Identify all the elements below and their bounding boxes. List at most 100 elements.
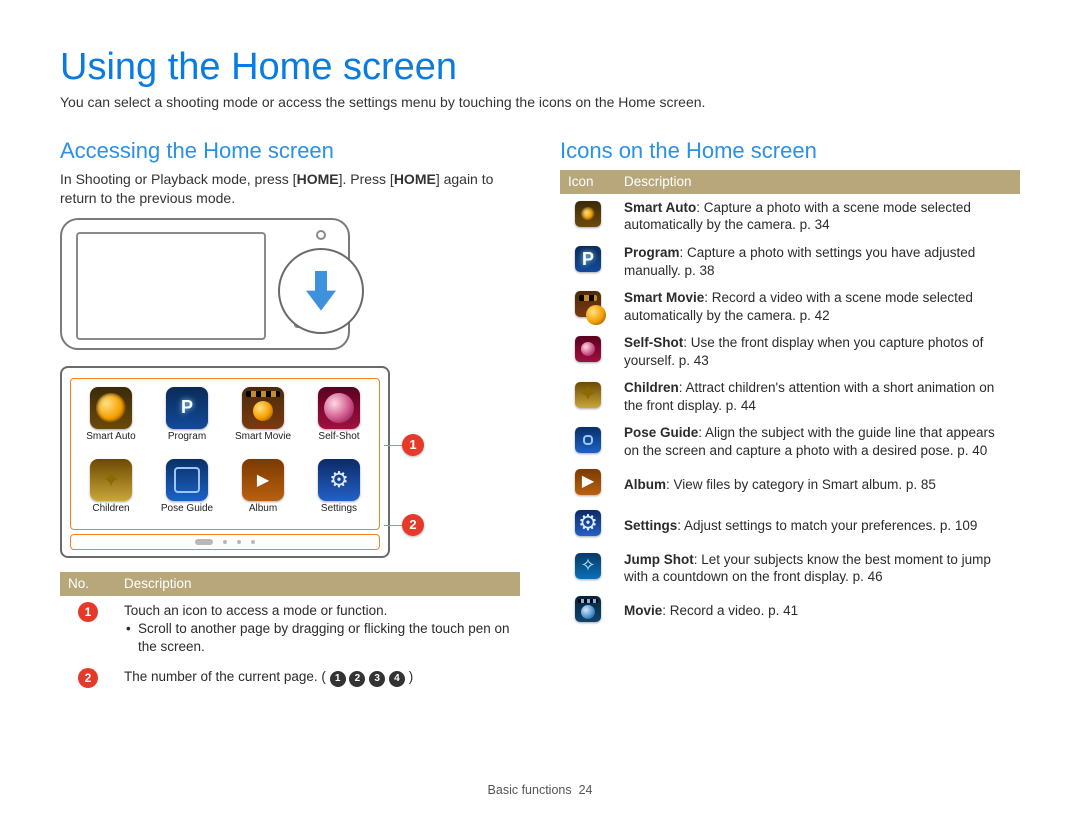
page-dot-2: 2: [349, 671, 365, 687]
row1-line1: Touch an icon to access a mode or functi…: [124, 602, 512, 620]
ic-child-icon: [90, 459, 132, 501]
lead-text: You can select a shooting mode or access…: [60, 94, 1020, 110]
home-screen-mock: Smart Auto Program Smart Movie Self-Shot Chi…: [60, 366, 430, 558]
app-label: Program: [153, 431, 221, 453]
app-item: Children: [77, 459, 145, 525]
table-row: Pose Guide: Align the subject with the g…: [560, 419, 1020, 464]
table-row: Children: Attract children's attention w…: [560, 374, 1020, 419]
ic-smovie-icon: [242, 387, 284, 429]
ic-smart-icon: [90, 387, 132, 429]
ic-smart-icon: [575, 201, 601, 227]
ic-jump-icon: [575, 553, 601, 579]
icon-desc: : View files by category in Smart album.…: [666, 477, 936, 492]
intro-pre: In Shooting or Playback mode, press [: [60, 171, 297, 187]
icon-name: Jump Shot: [624, 552, 694, 567]
num-badge-2: 2: [78, 668, 98, 688]
app-item: Smart Movie: [229, 387, 297, 453]
ic-child-icon: [575, 382, 601, 408]
icon-name: Settings: [624, 518, 677, 533]
app-label: Settings: [305, 503, 373, 525]
ic-self-icon: [575, 336, 601, 362]
icon-name: Album: [624, 477, 666, 492]
app-item: Settings: [305, 459, 373, 525]
ic-prog-icon: [166, 387, 208, 429]
icon-name: Pose Guide: [624, 425, 698, 440]
icon-name: Movie: [624, 603, 662, 618]
icon-name: Smart Movie: [624, 290, 704, 305]
icon-name: Smart Auto: [624, 200, 696, 215]
icon-name: Self-Shot: [624, 335, 683, 350]
arrow-down-icon: [306, 271, 336, 311]
table-row: Album: View files by category in Smart a…: [560, 464, 1020, 505]
intro-home-2: HOME: [394, 171, 436, 187]
page-dot-1: 1: [330, 671, 346, 687]
app-label: Album: [229, 503, 297, 525]
intro-mid: ]. Press [: [339, 171, 394, 187]
footer-page: 24: [579, 783, 593, 797]
table-row: Movie: Record a video. p. 41: [560, 591, 1020, 632]
right-heading: Icons on the Home screen: [560, 138, 1020, 164]
icons-table: Icon Description Smart Auto: Capture a p…: [560, 170, 1020, 631]
row2-pre: The number of the current page. (: [124, 669, 326, 684]
app-item: Album: [229, 459, 297, 525]
pager: [70, 534, 380, 550]
ic-settings-icon: [318, 459, 360, 501]
pager-dot-icon: [251, 540, 255, 544]
table-row: 2 The number of the current page. ( 1 2 …: [60, 662, 520, 694]
th-desc: Description: [116, 572, 520, 596]
ic-self-icon: [318, 387, 360, 429]
icon-desc: : Adjust settings to match your preferen…: [677, 518, 977, 533]
ic-pose-icon: [575, 427, 601, 453]
icon-name: Children: [624, 380, 679, 395]
callout-2: 2: [402, 514, 424, 536]
zoom-circle: [278, 248, 364, 334]
pager-current-icon: [195, 539, 213, 545]
th-desc: Description: [616, 170, 1020, 194]
th-no: No.: [60, 572, 116, 596]
app-label: Smart Auto: [77, 431, 145, 453]
icon-name: Program: [624, 245, 680, 260]
footer-section: Basic functions: [488, 783, 572, 797]
icon-desc: : Record a video. p. 41: [662, 603, 798, 618]
camera-illustration: [60, 218, 520, 350]
row2-post: ): [409, 669, 414, 684]
app-item: Pose Guide: [153, 459, 221, 525]
th-icon: Icon: [560, 170, 616, 194]
table-row: Jump Shot: Let your subjects know the be…: [560, 546, 1020, 591]
num-badge-1: 1: [78, 602, 98, 622]
page-title: Using the Home screen: [60, 48, 1020, 88]
table-row: Program: Capture a photo with settings y…: [560, 239, 1020, 284]
table-row: Smart Auto: Capture a photo with a scene…: [560, 194, 1020, 239]
app-item: Self-Shot: [305, 387, 373, 453]
pager-dot-icon: [223, 540, 227, 544]
ic-prog-icon: [575, 246, 601, 272]
app-label: Smart Movie: [229, 431, 297, 453]
table-row: Self-Shot: Use the front display when yo…: [560, 329, 1020, 374]
ic-movie-icon: [575, 596, 601, 622]
table-row: Smart Movie: Record a video with a scene…: [560, 284, 1020, 329]
pager-dot-icon: [237, 540, 241, 544]
callout-1: 1: [402, 434, 424, 456]
app-item: Program: [153, 387, 221, 453]
apps-area: Smart Auto Program Smart Movie Self-Shot Chi…: [70, 378, 380, 530]
left-table: No. Description 1 Touch an icon to acces…: [60, 572, 520, 695]
ic-settings-icon: [575, 510, 601, 536]
app-item: Smart Auto: [77, 387, 145, 453]
ic-album-icon: [242, 459, 284, 501]
page-dot-4: 4: [389, 671, 405, 687]
icon-desc: : Attract children's attention with a sh…: [624, 380, 994, 413]
app-label: Children: [77, 503, 145, 525]
table-row: 1 Touch an icon to access a mode or func…: [60, 596, 520, 663]
ic-pose-icon: [166, 459, 208, 501]
page-footer: Basic functions 24: [0, 783, 1080, 797]
left-intro: In Shooting or Playback mode, press [HOM…: [60, 170, 520, 208]
app-label: Pose Guide: [153, 503, 221, 525]
ic-smovie-icon: [575, 291, 601, 317]
page-dot-3: 3: [369, 671, 385, 687]
table-row: Settings: Adjust settings to match your …: [560, 505, 1020, 546]
row1-bullet: Scroll to another page by dragging or fl…: [124, 620, 512, 656]
ic-album-icon: [575, 469, 601, 495]
left-heading: Accessing the Home screen: [60, 138, 520, 164]
intro-home-1: HOME: [297, 171, 339, 187]
app-label: Self-Shot: [305, 431, 373, 453]
